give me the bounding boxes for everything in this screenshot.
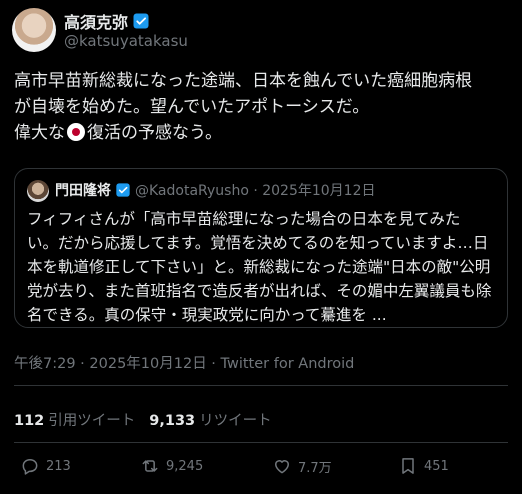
divider	[14, 385, 508, 386]
author-handle[interactable]: @katsuyatakasu	[64, 32, 188, 50]
quoted-handle-date: @KadotaRyusho · 2025年10月12日	[135, 183, 376, 199]
quoted-author-name[interactable]: 門田隆将	[55, 180, 111, 200]
quote-tweets-stat[interactable]: 112 引用ツイート	[14, 409, 135, 430]
quoted-tweet-text: フィフィさんが「高市早苗総理になった場合の日本を見てみた い。だから応援してます…	[27, 207, 499, 327]
verified-badge-icon	[116, 183, 130, 197]
verified-badge-icon	[133, 13, 149, 29]
bookmark-count: 451	[424, 458, 449, 474]
retweets-stat[interactable]: 9,133 リツイート	[149, 409, 271, 430]
action-bar: 213 9,245 7.7万 451	[14, 456, 508, 484]
quoted-tweet-header: 門田隆将 @KadotaRyusho · 2025年10月12日	[55, 180, 376, 200]
quoted-line: 党が去り、また首班指名で造反者が出れば、その媚中左翼議員も除	[27, 282, 492, 300]
quoted-author-avatar[interactable]	[27, 180, 49, 202]
retweets-label: リツイート	[199, 413, 272, 429]
quoted-line: 名できる。真の保守・現実政党に向かって驀進を ...	[27, 306, 387, 324]
bookmark-button[interactable]: 451	[398, 456, 449, 476]
author-avatar[interactable]	[12, 8, 56, 52]
retweet-icon	[142, 460, 158, 472]
tweet-line-part: 復活の予感なう。	[87, 123, 222, 143]
japan-flag-icon	[67, 123, 85, 141]
quoted-line: い。だから応援してます。覚悟を決めてるのを知っていますよ…日	[27, 234, 489, 252]
like-count: 7.7万	[298, 460, 332, 476]
quoted-tweet-card[interactable]: 門田隆将 @KadotaRyusho · 2025年10月12日 フィフィさんが…	[14, 168, 508, 328]
tweet-line-part: 偉大な	[14, 123, 65, 143]
reply-count: 213	[46, 458, 71, 474]
bookmark-icon	[402, 458, 414, 474]
tweet-text: 高市早苗新総裁になった途端、日本を蝕んでいた癌細胞病根 が自壊を始めた。望んでい…	[14, 68, 510, 146]
reply-icon	[22, 459, 38, 475]
tweet-line: が自壊を始めた。望んでいたアポトーシスだ。	[14, 97, 370, 117]
tweet-line: 偉大な 復活の予感なう。	[14, 120, 510, 146]
quoted-line: 本を軌道修正して下さい」と。新総裁になった途端"日本の敵"公明	[27, 258, 491, 276]
retweet-button[interactable]: 9,245	[140, 456, 203, 476]
divider	[14, 442, 508, 443]
tweet-line: 高市早苗新総裁になった途端、日本を蝕んでいた癌細胞病根	[14, 71, 473, 91]
quoted-line: フィフィさんが「高市早苗総理になった場合の日本を見てみた	[27, 210, 461, 228]
retweet-count: 9,245	[166, 458, 204, 474]
reply-button[interactable]: 213	[20, 456, 71, 476]
retweets-count: 9,133	[149, 413, 196, 429]
quote-tweets-label: 引用ツイート	[48, 413, 136, 429]
tweet-timestamp[interactable]: 午後7:29 · 2025年10月12日 · Twitter for Andro…	[14, 352, 354, 373]
author-name[interactable]: 高須克弥	[64, 9, 128, 33]
quote-tweets-count: 112	[14, 413, 45, 429]
tweet-stats: 112 引用ツイート 9,133 リツイート	[14, 409, 272, 430]
author-name-row[interactable]: 高須克弥	[64, 9, 150, 33]
heart-icon	[275, 460, 289, 474]
like-button[interactable]: 7.7万	[272, 456, 332, 476]
